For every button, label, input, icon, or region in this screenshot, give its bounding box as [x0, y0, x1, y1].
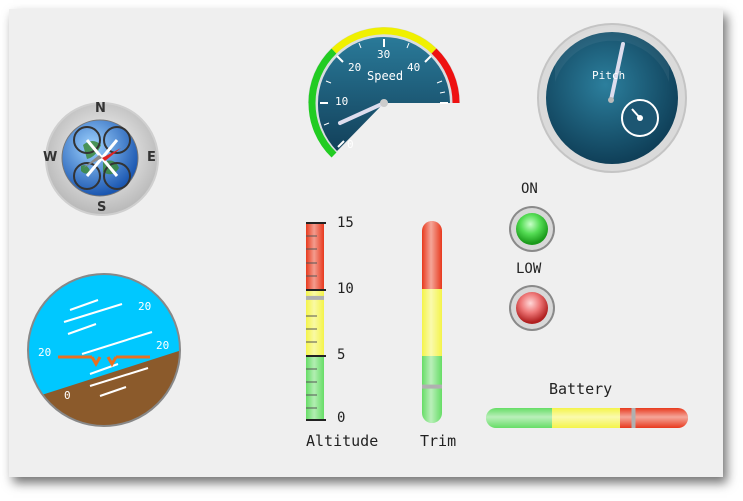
altitude-scale-5: 5: [337, 347, 346, 363]
attitude-label-20-b: 20: [38, 346, 52, 359]
on-indicator-label: ON: [521, 181, 538, 197]
low-indicator-light: [508, 284, 556, 332]
speed-tick-0: 0: [347, 138, 354, 151]
pitch-label: Pitch: [592, 69, 626, 82]
altitude-scale-0: 0: [337, 410, 346, 426]
trim-gauge: Trim: [420, 221, 480, 461]
compass-gauge: N S E W: [43, 100, 161, 218]
compass-south-label: S: [97, 200, 107, 215]
on-indicator-light: [508, 205, 556, 253]
battery-gauge: [486, 407, 688, 429]
attitude-label-20-a: 20: [138, 300, 152, 313]
speed-gauge: 0 10 20 30 40 Speed: [304, 25, 464, 165]
compass-north-label: N: [95, 101, 106, 116]
altitude-gauge: 15 10 5 0 Altitude: [299, 215, 399, 459]
attitude-label-0: 0: [64, 389, 71, 402]
attitude-label-20-c: 20: [156, 339, 170, 352]
pitch-gauge: Pitch: [535, 22, 689, 174]
speed-tick-20: 20: [348, 61, 362, 74]
trim-label: Trim: [420, 432, 457, 450]
battery-label: Battery: [549, 380, 613, 398]
altitude-scale-15: 15: [337, 215, 354, 231]
speed-tick-40: 40: [407, 61, 421, 74]
altitude-scale-10: 10: [337, 281, 354, 297]
speed-tick-30: 30: [377, 48, 391, 61]
speed-tick-10: 10: [335, 95, 349, 108]
instrument-panel: N S E W 0 10 20 30 40 Speed Pitch 20 20 …: [9, 9, 723, 477]
compass-west-label: W: [43, 150, 58, 165]
attitude-indicator: 20 20 20 0: [26, 272, 182, 428]
compass-east-label: E: [147, 150, 156, 165]
low-indicator-label: LOW: [516, 261, 542, 277]
speed-label: Speed: [367, 69, 404, 83]
altitude-label: Altitude: [306, 432, 379, 450]
